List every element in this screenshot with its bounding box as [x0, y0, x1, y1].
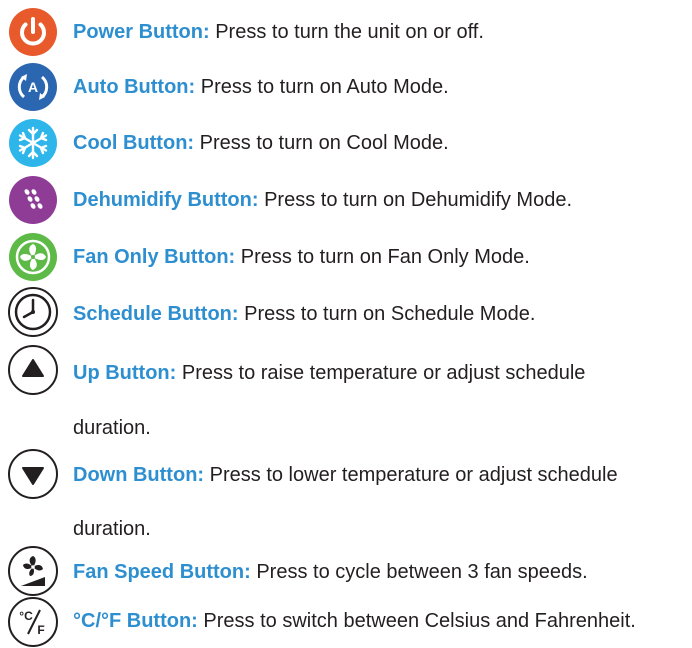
fan-only-button-label: Fan Only Button: [73, 246, 236, 268]
fan-speed-button-desc: Press to cycle between 3 fan speeds. [256, 561, 588, 583]
fan-speed-icon [7, 545, 59, 597]
up-arrow-icon [7, 344, 59, 396]
clock-icon [7, 286, 59, 338]
power-button-label: Power Button: [73, 21, 210, 43]
up-button-label: Up Button: [73, 362, 177, 384]
cf-button-label: °C/°F Button: [73, 610, 198, 632]
down-button-desc: Press to lower temperature or adjust sch… [209, 464, 618, 486]
schedule-button-label: Schedule Button: [73, 303, 239, 325]
fan-speed-button-label: Fan Speed Button: [73, 561, 251, 583]
down-button-desc-continued: duration. [73, 518, 151, 540]
auto-icon-letter: A [28, 79, 38, 95]
power-icon [7, 6, 59, 58]
auto-button-label: Auto Button: [73, 76, 196, 98]
up-button-desc: Press to raise temperature or adjust sch… [181, 362, 586, 384]
dehumidify-button-label: Dehumidify Button: [73, 189, 259, 211]
cf-icon-fahrenheit: F [37, 623, 44, 637]
fan-only-button-desc: Press to turn on Fan Only Mode. [240, 246, 530, 268]
fan-icon [7, 231, 59, 283]
cf-button-desc: Press to switch between Celsius and Fahr… [203, 610, 636, 632]
cf-icon-celsius: °C [19, 609, 33, 623]
cool-button-desc: Press to turn on Cool Mode. [199, 132, 449, 154]
down-arrow-icon [7, 448, 59, 500]
schedule-button-desc: Press to turn on Schedule Mode. [244, 303, 536, 325]
auto-mode-icon: A [7, 61, 59, 113]
celsius-fahrenheit-icon: °C F [7, 596, 59, 648]
power-button-desc: Press to turn the unit on or off. [215, 21, 484, 43]
down-button-label: Down Button: [73, 464, 205, 486]
cool-button-label: Cool Button: [73, 132, 195, 154]
up-button-desc-continued: duration. [73, 417, 151, 439]
droplets-icon [7, 174, 59, 226]
snowflake-icon [7, 117, 59, 169]
auto-button-desc: Press to turn on Auto Mode. [200, 76, 449, 98]
dehumidify-button-desc: Press to turn on Dehumidify Mode. [264, 189, 573, 211]
